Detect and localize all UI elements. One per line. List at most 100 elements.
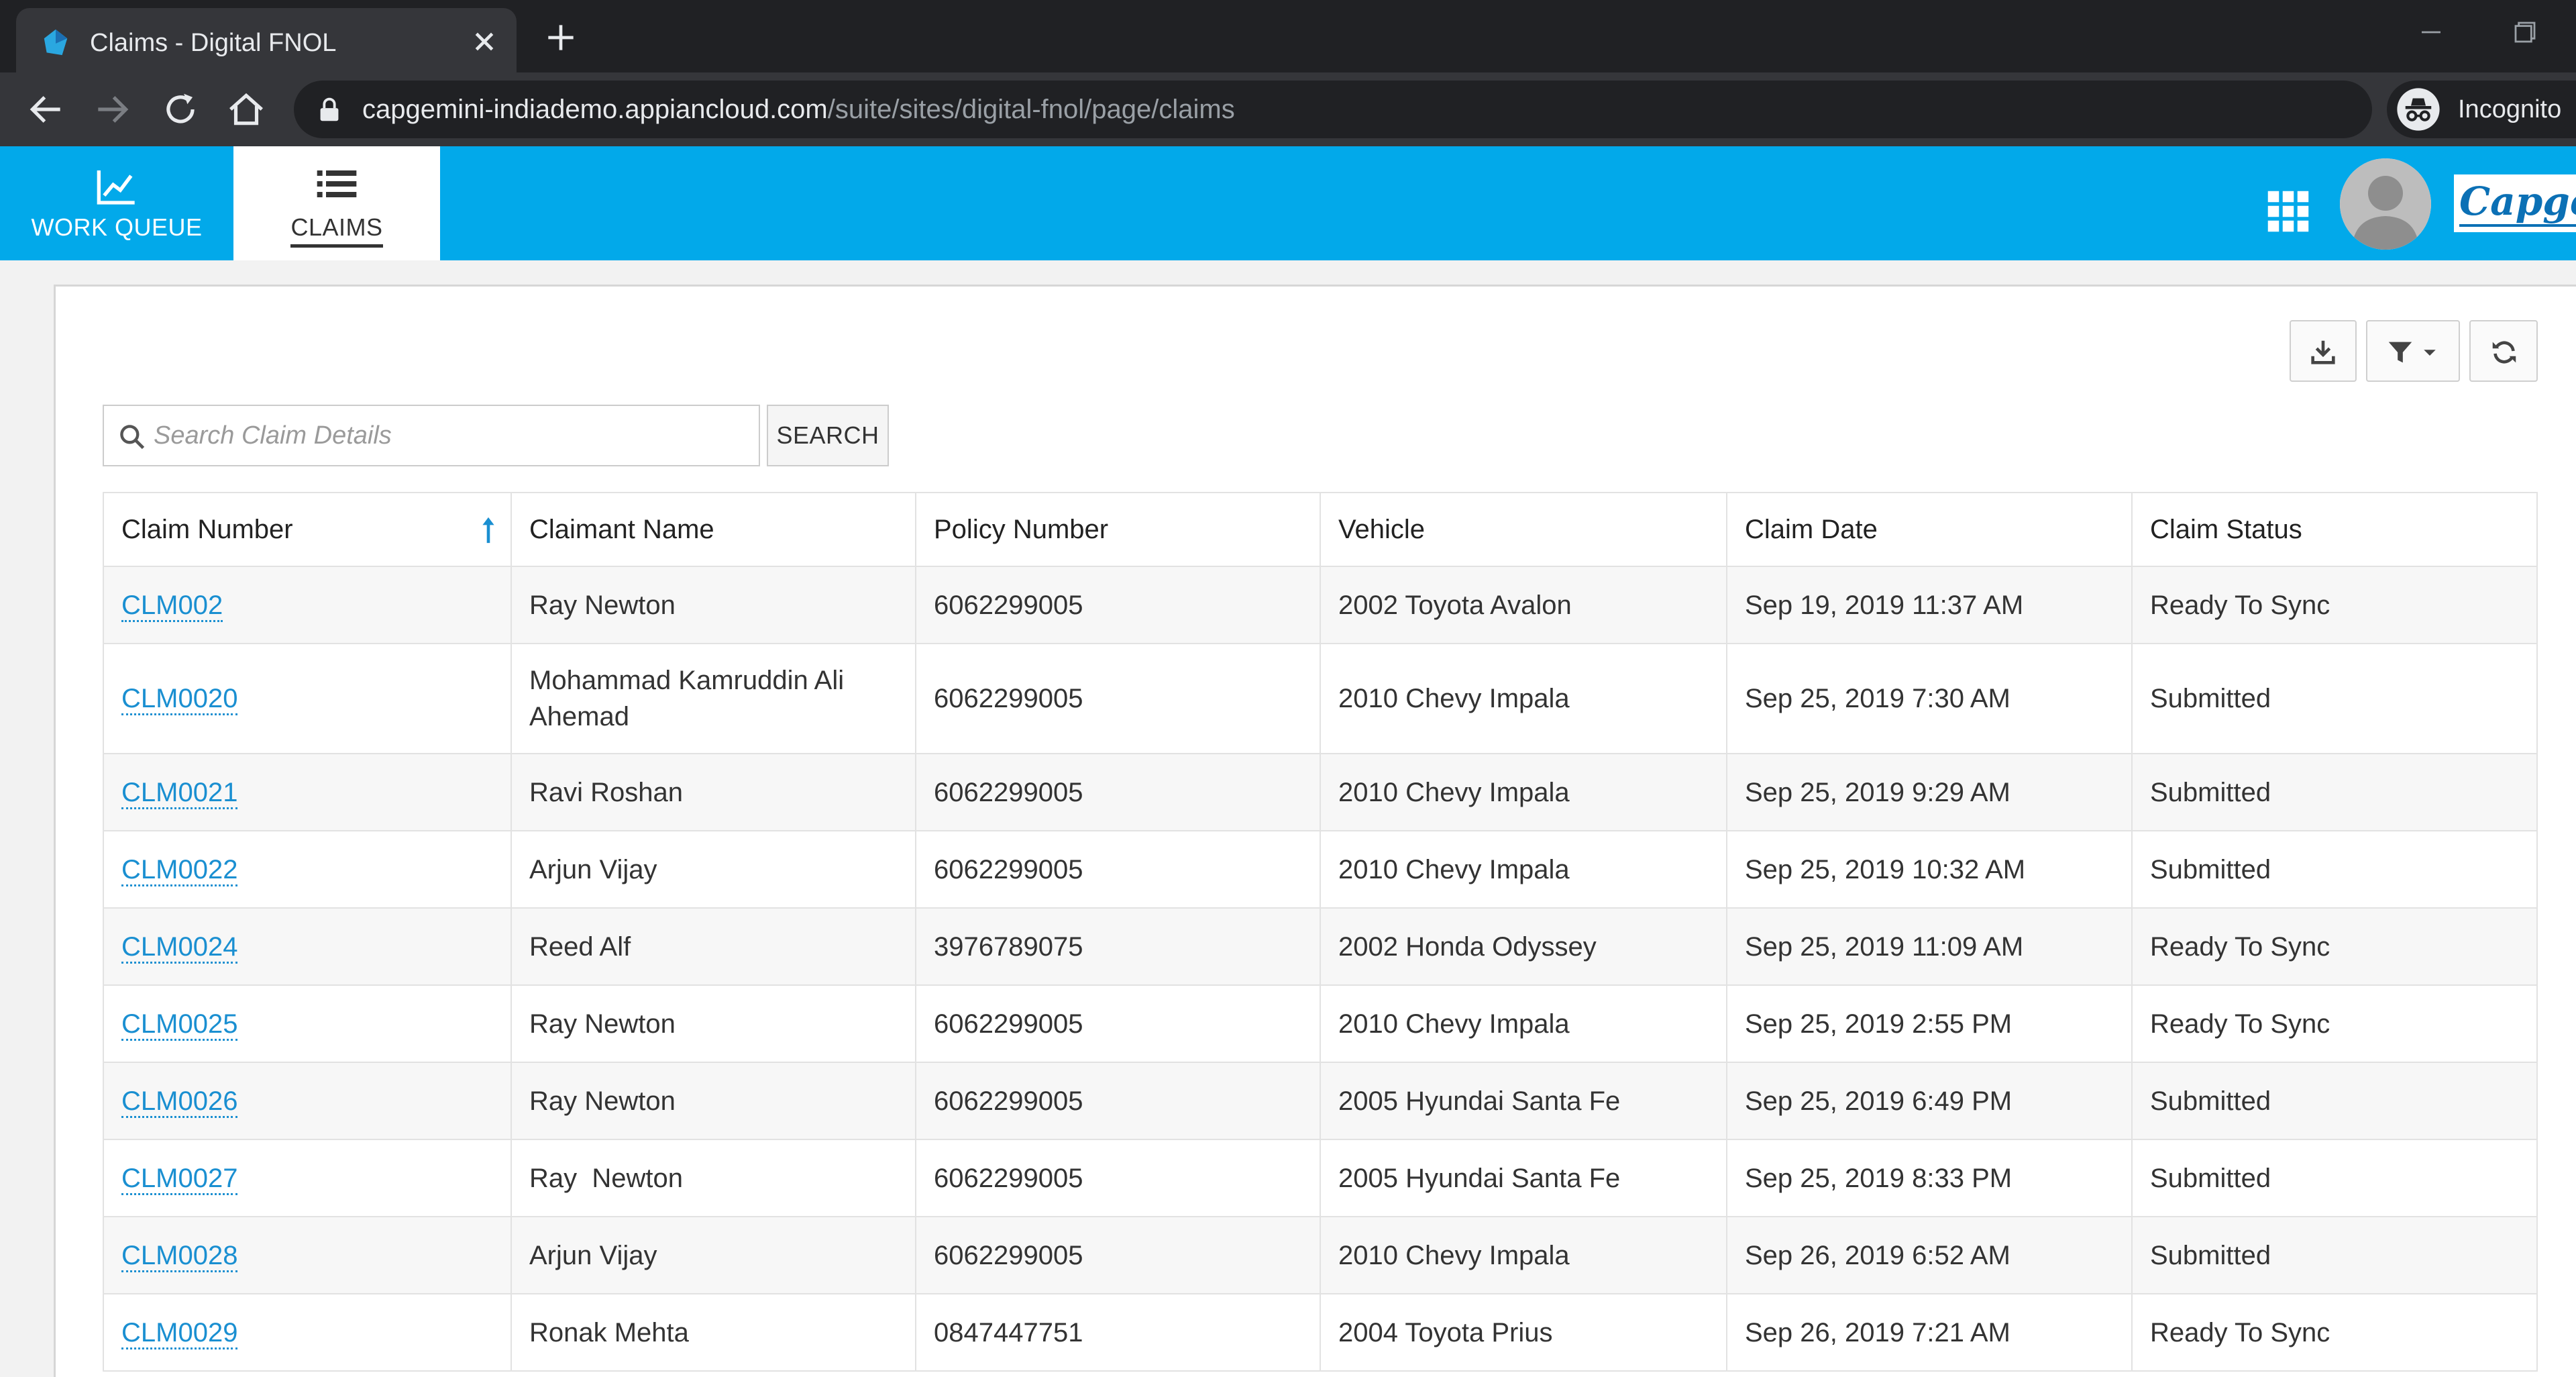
filter-icon: [2388, 342, 2412, 363]
vehicle-cell: 2010 Chevy Impala: [1320, 753, 1727, 831]
incognito-profile-button[interactable]: Incognito: [2387, 81, 2576, 138]
claim-number-link[interactable]: CLM0026: [121, 1086, 238, 1118]
claim-number-cell: CLM0020: [103, 643, 512, 754]
table-row: CLM0027 Ray Newton 6062299005 2005 Hyund…: [103, 1139, 2538, 1217]
claim-status-cell: Submitted: [2131, 830, 2538, 909]
claim-number-cell: CLM0026: [103, 1062, 512, 1140]
new-tab-icon[interactable]: [542, 19, 580, 56]
claim-number-link[interactable]: CLM0029: [121, 1317, 238, 1349]
claim-number-link[interactable]: CLM0020: [121, 684, 238, 715]
appian-favicon-icon: [44, 29, 68, 56]
claimant-name-cell: Ronak Mehta: [511, 1293, 916, 1372]
claim-number-cell: CLM0022: [103, 830, 512, 909]
claim-number-link[interactable]: CLM0028: [121, 1240, 238, 1272]
column-header-claimant-name[interactable]: Claimant Name: [511, 492, 916, 567]
policy-number-cell: 6062299005: [915, 753, 1321, 831]
claim-number-link[interactable]: CLM0024: [121, 931, 238, 964]
claim-date-cell: Sep 25, 2019 10:32 AM: [1726, 830, 2133, 909]
claim-number-cell: CLM0025: [103, 984, 512, 1063]
table-row: CLM0020 Mohammad Kamruddin Ali Ahemad 60…: [103, 643, 2538, 754]
vehicle-cell: 2010 Chevy Impala: [1320, 830, 1727, 909]
claim-status-cell: Ready To Sync: [2131, 907, 2538, 986]
table-row: CLM002 Ray Newton 6062299005 2002 Toyota…: [103, 566, 2538, 644]
list-icon: [317, 170, 357, 197]
policy-number-cell: 0847447751: [915, 1293, 1321, 1372]
filter-button[interactable]: [2366, 320, 2460, 382]
column-header-claim-date[interactable]: Claim Date: [1726, 492, 2133, 567]
minimize-window-icon[interactable]: [2412, 13, 2450, 51]
export-button[interactable]: [2290, 320, 2357, 382]
claim-number-link[interactable]: CLM0025: [121, 1009, 238, 1041]
claim-number-cell: CLM0029: [103, 1293, 512, 1372]
back-arrow-icon[interactable]: [25, 89, 67, 130]
claimant-name-cell: Ray Newton: [511, 566, 916, 644]
column-header-claim-number[interactable]: Claim Number: [103, 492, 512, 567]
nav-tab-claims[interactable]: CLAIMS: [233, 146, 440, 260]
restore-window-icon[interactable]: [2506, 13, 2544, 51]
search-field[interactable]: [103, 405, 760, 466]
line-chart-icon: [97, 170, 135, 205]
claim-date-cell: Sep 19, 2019 11:37 AM: [1726, 566, 2133, 644]
browser-tab[interactable]: Claims - Digital FNOL: [16, 8, 517, 72]
claimant-name-cell: Arjun Vijay: [511, 830, 916, 909]
claimant-name-cell: Ray Newton: [511, 1139, 916, 1217]
browser-tab-strip: Claims - Digital FNOL: [0, 0, 2576, 72]
column-header-policy-number[interactable]: Policy Number: [915, 492, 1321, 567]
reload-icon[interactable]: [160, 89, 201, 130]
browser-toolbar: capgemini-indiademo.appiancloud.com/suit…: [0, 72, 2576, 146]
claim-status-cell: Submitted: [2131, 753, 2538, 831]
policy-number-cell: 3976789075: [915, 907, 1321, 986]
column-header-vehicle[interactable]: Vehicle: [1320, 492, 1727, 567]
claim-date-cell: Sep 25, 2019 8:33 PM: [1726, 1139, 2133, 1217]
lock-icon[interactable]: [314, 94, 345, 125]
claims-table: Claim Number Claimant Name Policy Number…: [103, 492, 2538, 1372]
column-header-label: Claim Date: [1745, 514, 1878, 544]
claimant-name-cell: Arjun Vijay: [511, 1216, 916, 1294]
url-text[interactable]: capgemini-indiademo.appiancloud.com/suit…: [362, 81, 1235, 138]
close-tab-icon[interactable]: [466, 23, 503, 60]
table-header-row: Claim Number Claimant Name Policy Number…: [103, 492, 2538, 567]
vehicle-cell: 2005 Hyundai Santa Fe: [1320, 1062, 1727, 1140]
vehicle-cell: 2010 Chevy Impala: [1320, 984, 1727, 1063]
claim-date-cell: Sep 25, 2019 11:09 AM: [1726, 907, 2133, 986]
claim-status-cell: Submitted: [2131, 643, 2538, 754]
app-grid-icon[interactable]: [2266, 189, 2310, 234]
search-button[interactable]: SEARCH: [767, 405, 889, 466]
table-row: CLM0022 Arjun Vijay 6062299005 2010 Chev…: [103, 830, 2538, 909]
nav-tab-work-queue[interactable]: WORK QUEUE: [0, 146, 233, 260]
sort-ascending-arrow-icon[interactable]: [477, 515, 500, 546]
claim-date-cell: Sep 26, 2019 6:52 AM: [1726, 1216, 2133, 1294]
column-header-claim-status[interactable]: Claim Status: [2131, 492, 2538, 567]
nav-tab-label: WORK QUEUE: [31, 213, 203, 241]
refresh-icon: [2492, 341, 2516, 364]
capgemini-logo: Capgemini: [2454, 174, 2576, 232]
user-avatar[interactable]: [2340, 158, 2431, 250]
column-header-label: Claim Number: [121, 514, 293, 544]
table-row: CLM0024 Reed Alf 3976789075 2002 Honda O…: [103, 907, 2538, 986]
claim-number-link[interactable]: CLM0027: [121, 1163, 238, 1195]
policy-number-cell: 6062299005: [915, 984, 1321, 1063]
refresh-button[interactable]: [2469, 320, 2538, 382]
table-row: CLM0025 Ray Newton 6062299005 2010 Chevy…: [103, 984, 2538, 1063]
policy-number-cell: 6062299005: [915, 1216, 1321, 1294]
claimant-name-cell: Ray Newton: [511, 1062, 916, 1140]
vehicle-cell: 2010 Chevy Impala: [1320, 1216, 1727, 1294]
search-input[interactable]: [152, 406, 743, 465]
forward-arrow-icon[interactable]: [91, 89, 133, 130]
claim-number-link[interactable]: CLM0021: [121, 777, 238, 809]
policy-number-cell: 6062299005: [915, 643, 1321, 754]
policy-number-cell: 6062299005: [915, 830, 1321, 909]
vehicle-cell: 2002 Toyota Avalon: [1320, 566, 1727, 644]
claim-status-cell: Submitted: [2131, 1139, 2538, 1217]
claim-number-cell: CLM0024: [103, 907, 512, 986]
claimant-name-cell: Ravi Roshan: [511, 753, 916, 831]
address-bar[interactable]: capgemini-indiademo.appiancloud.com/suit…: [294, 81, 2555, 138]
logo-text: Capgemini: [2459, 178, 2576, 227]
home-icon[interactable]: [225, 89, 267, 130]
claim-number-link[interactable]: CLM002: [121, 590, 223, 622]
claim-status-cell: Submitted: [2131, 1062, 2538, 1140]
claim-number-link[interactable]: CLM0022: [121, 854, 238, 886]
claim-status-cell: Ready To Sync: [2131, 1293, 2538, 1372]
claims-card: SEARCH Claim Number Claimant Name Policy…: [54, 285, 2576, 1377]
column-header-label: Vehicle: [1338, 514, 1425, 544]
